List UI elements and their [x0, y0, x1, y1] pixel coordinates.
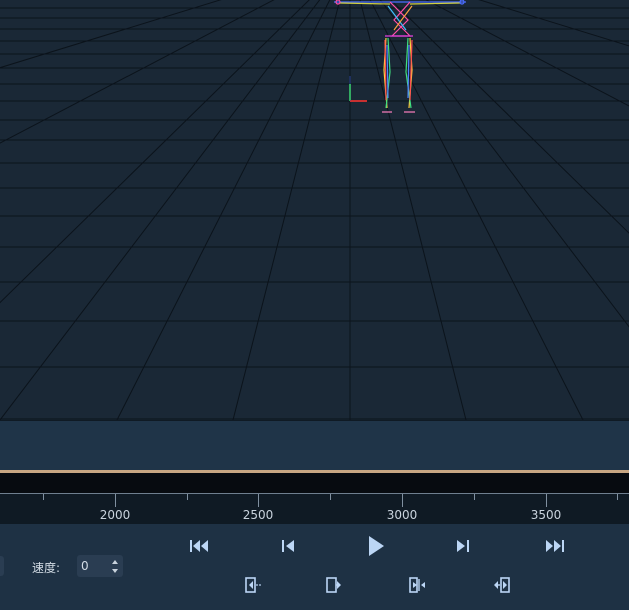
- ruler-tick: [330, 494, 331, 500]
- ruler-tick: [258, 494, 259, 507]
- shrink-range-button[interactable]: [407, 575, 429, 595]
- expand-range-icon: [494, 577, 510, 593]
- spin-down-icon[interactable]: [110, 567, 120, 575]
- set-out-point-button[interactable]: [324, 575, 346, 595]
- set-out-point-icon: [326, 577, 341, 593]
- ruler-tick: [115, 494, 116, 507]
- ruler-tick: [402, 494, 403, 507]
- play-button[interactable]: [364, 534, 388, 558]
- ruler-label: 3500: [530, 508, 562, 522]
- play-icon: [369, 536, 384, 556]
- spin-up-icon[interactable]: [110, 558, 120, 566]
- shrink-range-icon: [409, 577, 425, 593]
- step-back-button[interactable]: [277, 536, 299, 556]
- 3d-viewport[interactable]: [0, 0, 629, 420]
- partial-field[interactable]: [0, 556, 4, 576]
- step-forward-icon: [457, 540, 469, 552]
- speed-input[interactable]: [81, 558, 107, 574]
- skip-to-start-icon: [190, 540, 208, 552]
- speed-stepper[interactable]: [77, 555, 123, 577]
- floor-grid: [0, 0, 629, 420]
- ruler-tick: [43, 494, 44, 500]
- ruler-label: 2000: [99, 508, 131, 522]
- expand-range-button[interactable]: [490, 575, 512, 595]
- viewport-lower-band: [0, 420, 629, 472]
- skip-to-end-button[interactable]: [540, 536, 568, 556]
- ruler-baseline: [0, 493, 629, 494]
- ruler-tick: [187, 494, 188, 500]
- ruler-tick: [474, 494, 475, 500]
- set-in-point-button[interactable]: [242, 575, 264, 595]
- ruler-label: 2500: [242, 508, 274, 522]
- skip-to-start-button[interactable]: [186, 536, 214, 556]
- step-forward-button[interactable]: [452, 536, 474, 556]
- ruler-tick: [617, 494, 618, 500]
- speed-label: 速度:: [32, 561, 61, 575]
- skeleton-figure: [334, 0, 466, 113]
- ruler-tick: [546, 494, 547, 507]
- skip-to-end-icon: [546, 540, 564, 552]
- playback-controls: 速度:: [0, 524, 629, 610]
- timeline-track[interactable]: [0, 473, 629, 493]
- timeline-ruler[interactable]: 2000 2500 3000 3500: [0, 493, 629, 524]
- ruler-label: 3000: [386, 508, 418, 522]
- set-in-point-icon: [245, 577, 261, 593]
- step-back-icon: [282, 540, 294, 552]
